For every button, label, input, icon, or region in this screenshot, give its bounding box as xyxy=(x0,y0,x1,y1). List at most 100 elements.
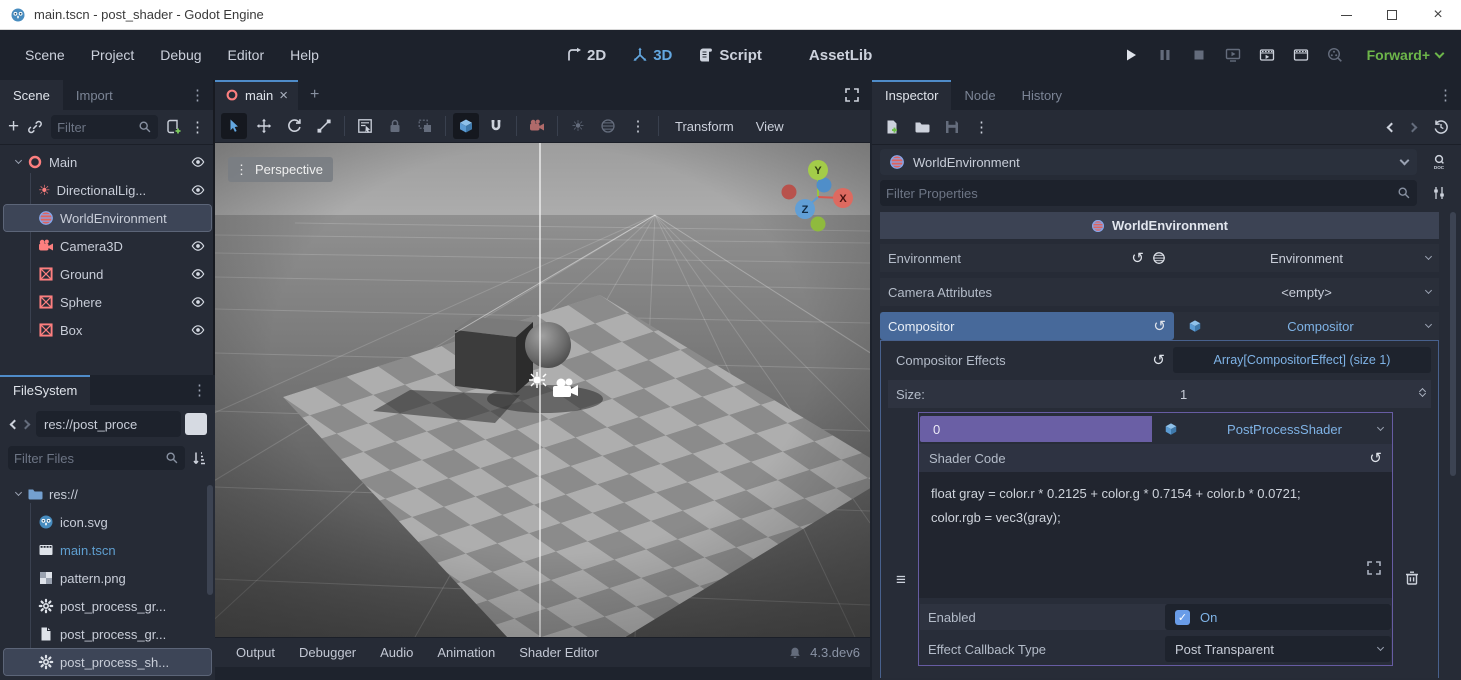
chevron-down-icon[interactable] xyxy=(15,156,22,163)
axis-neg-y[interactable] xyxy=(811,217,826,232)
inspector-filter-input[interactable] xyxy=(886,186,1397,201)
revert-icon[interactable]: ↺ xyxy=(1153,317,1166,335)
panel-output-button[interactable]: Output xyxy=(225,641,286,664)
menu-help[interactable]: Help xyxy=(279,41,330,69)
effect-callback-type-dropdown[interactable]: Post Transparent xyxy=(1165,636,1391,662)
scene-dock-menu-button[interactable]: ⋮ xyxy=(182,80,213,110)
rotate-tool-button[interactable] xyxy=(281,113,307,139)
tab-main-scene[interactable]: main × xyxy=(215,80,298,110)
eye-icon[interactable] xyxy=(191,323,205,337)
edited-object-selector[interactable]: WorldEnvironment xyxy=(880,149,1417,175)
menu-scene[interactable]: Scene xyxy=(14,41,76,69)
menu-debug[interactable]: Debug xyxy=(149,41,212,69)
tree-row-box[interactable]: Box xyxy=(4,317,211,343)
spinner-icon[interactable] xyxy=(1420,393,1425,396)
sort-icon[interactable] xyxy=(191,450,207,466)
stop-button[interactable] xyxy=(1187,43,1211,67)
eye-icon[interactable] xyxy=(191,267,205,281)
open-docs-button[interactable] xyxy=(1424,148,1454,176)
fs-row-pattern-png[interactable]: pattern.png xyxy=(4,565,211,591)
filesystem-filter-box[interactable] xyxy=(8,446,185,470)
pause-button[interactable] xyxy=(1153,43,1177,67)
array-index-cell[interactable]: 0 xyxy=(920,416,1152,442)
fs-row-post-process-file[interactable]: post_process_gr... xyxy=(4,621,211,647)
panel-debugger-button[interactable]: Debugger xyxy=(288,641,367,664)
property-tools-button[interactable] xyxy=(1424,179,1454,207)
toggle-split-mode-button[interactable] xyxy=(185,413,207,435)
fs-row-post-process-shader[interactable]: post_process_sh... xyxy=(4,649,211,675)
tab-scene[interactable]: Scene xyxy=(0,80,63,110)
toggle-sun-button[interactable]: ☀ xyxy=(565,113,591,139)
tab-filesystem[interactable]: FileSystem xyxy=(0,375,90,405)
shader-code-header[interactable]: Shader Code ↺ xyxy=(919,444,1392,472)
fs-row-post-process-gd[interactable]: post_process_gr... xyxy=(4,593,211,619)
load-resource-button[interactable] xyxy=(914,119,930,135)
enabled-checkbox-row[interactable]: ✓ On xyxy=(1165,604,1391,630)
maximize-button[interactable] xyxy=(1369,0,1415,30)
nav-forward-button[interactable] xyxy=(21,419,31,429)
close-button[interactable]: × xyxy=(1415,0,1461,30)
movie-maker-button[interactable] xyxy=(1289,43,1313,67)
environment-value-dropdown[interactable]: Environment xyxy=(1174,244,1439,272)
eye-icon[interactable] xyxy=(191,183,205,197)
revert-icon[interactable]: ↺ xyxy=(1131,249,1144,267)
workspace-assetlib-button[interactable]: AssetLib xyxy=(780,42,880,69)
size-spinbox[interactable]: 1 xyxy=(1166,380,1431,408)
chevron-down-icon[interactable] xyxy=(15,488,22,495)
transform-menu[interactable]: Transform xyxy=(666,115,743,138)
tree-row-camera3d[interactable]: Camera3D xyxy=(4,233,211,259)
inspector-dock-menu-button[interactable]: ⋮ xyxy=(1430,80,1461,110)
new-scene-tab-button[interactable]: + xyxy=(298,80,331,110)
resource-menu-button[interactable]: ⋮ xyxy=(974,120,989,135)
play-movie-scene-button[interactable] xyxy=(1255,43,1279,67)
inspector-scrollbar[interactable] xyxy=(1450,212,1456,476)
close-tab-icon[interactable]: × xyxy=(279,87,288,104)
bell-icon[interactable] xyxy=(788,646,802,660)
workspace-2d-button[interactable]: 2D xyxy=(558,42,614,69)
tree-row-main[interactable]: Main xyxy=(4,149,211,175)
toggle-environment-button[interactable] xyxy=(595,113,621,139)
panel-shader-editor-button[interactable]: Shader Editor xyxy=(508,641,610,664)
tree-row-ground[interactable]: Ground xyxy=(4,261,211,287)
panel-audio-button[interactable]: Audio xyxy=(369,641,424,664)
fs-row-icon-svg[interactable]: icon.svg xyxy=(4,509,211,535)
sun-environment-menu-button[interactable]: ⋮ xyxy=(625,113,651,139)
local-space-button[interactable] xyxy=(453,113,479,139)
fs-row-main-tscn[interactable]: main.tscn xyxy=(4,537,211,563)
shader-code-editor[interactable]: float gray = color.r * 0.2125 + color.g … xyxy=(919,472,1392,598)
group-button[interactable] xyxy=(412,113,438,139)
history-back-button[interactable] xyxy=(1387,122,1397,132)
eye-icon[interactable] xyxy=(191,295,205,309)
eye-icon[interactable] xyxy=(191,239,205,253)
tree-row-directionallight[interactable]: ☀ DirectionalLig... xyxy=(4,177,211,203)
attach-script-button[interactable] xyxy=(166,119,182,135)
camera-attributes-value-dropdown[interactable]: <empty> xyxy=(1174,278,1439,306)
tab-inspector[interactable]: Inspector xyxy=(872,80,951,110)
preview-camera-button[interactable] xyxy=(524,113,550,139)
revert-icon[interactable]: ↺ xyxy=(1152,351,1165,369)
tree-row-worldenvironment[interactable]: WorldEnvironment xyxy=(4,205,211,231)
panel-animation-button[interactable]: Animation xyxy=(426,641,506,664)
compositor-effects-array-button[interactable]: Array[CompositorEffect] (size 1) xyxy=(1173,347,1431,373)
item0-resource-dropdown[interactable]: PostProcessShader xyxy=(1152,416,1391,442)
select-tool-button[interactable] xyxy=(221,113,247,139)
filesystem-menu-button[interactable]: ⋮ xyxy=(184,375,215,405)
play-button[interactable] xyxy=(1119,43,1143,67)
scene-filter-input[interactable] xyxy=(57,120,138,135)
fs-row-root[interactable]: res:// xyxy=(4,481,211,507)
viewport-3d[interactable]: Y X Z ⋮ Perspective xyxy=(215,143,870,637)
history-icon[interactable] xyxy=(1433,119,1449,135)
tab-node[interactable]: Node xyxy=(951,80,1008,110)
expand-icon[interactable] xyxy=(1366,560,1382,576)
renderer-select[interactable]: Forward+ xyxy=(1367,47,1443,63)
tree-row-sphere[interactable]: Sphere xyxy=(4,289,211,315)
scale-tool-button[interactable] xyxy=(311,113,337,139)
filesystem-filter-input[interactable] xyxy=(14,451,165,466)
menu-editor[interactable]: Editor xyxy=(217,41,276,69)
history-forward-button[interactable] xyxy=(1408,122,1418,132)
profiler-button[interactable] xyxy=(1323,43,1347,67)
current-path-field[interactable]: res://post_proce xyxy=(36,411,181,437)
workspace-3d-button[interactable]: 3D xyxy=(624,42,680,69)
eye-icon[interactable] xyxy=(191,155,205,169)
remote-play-button[interactable] xyxy=(1221,43,1245,67)
